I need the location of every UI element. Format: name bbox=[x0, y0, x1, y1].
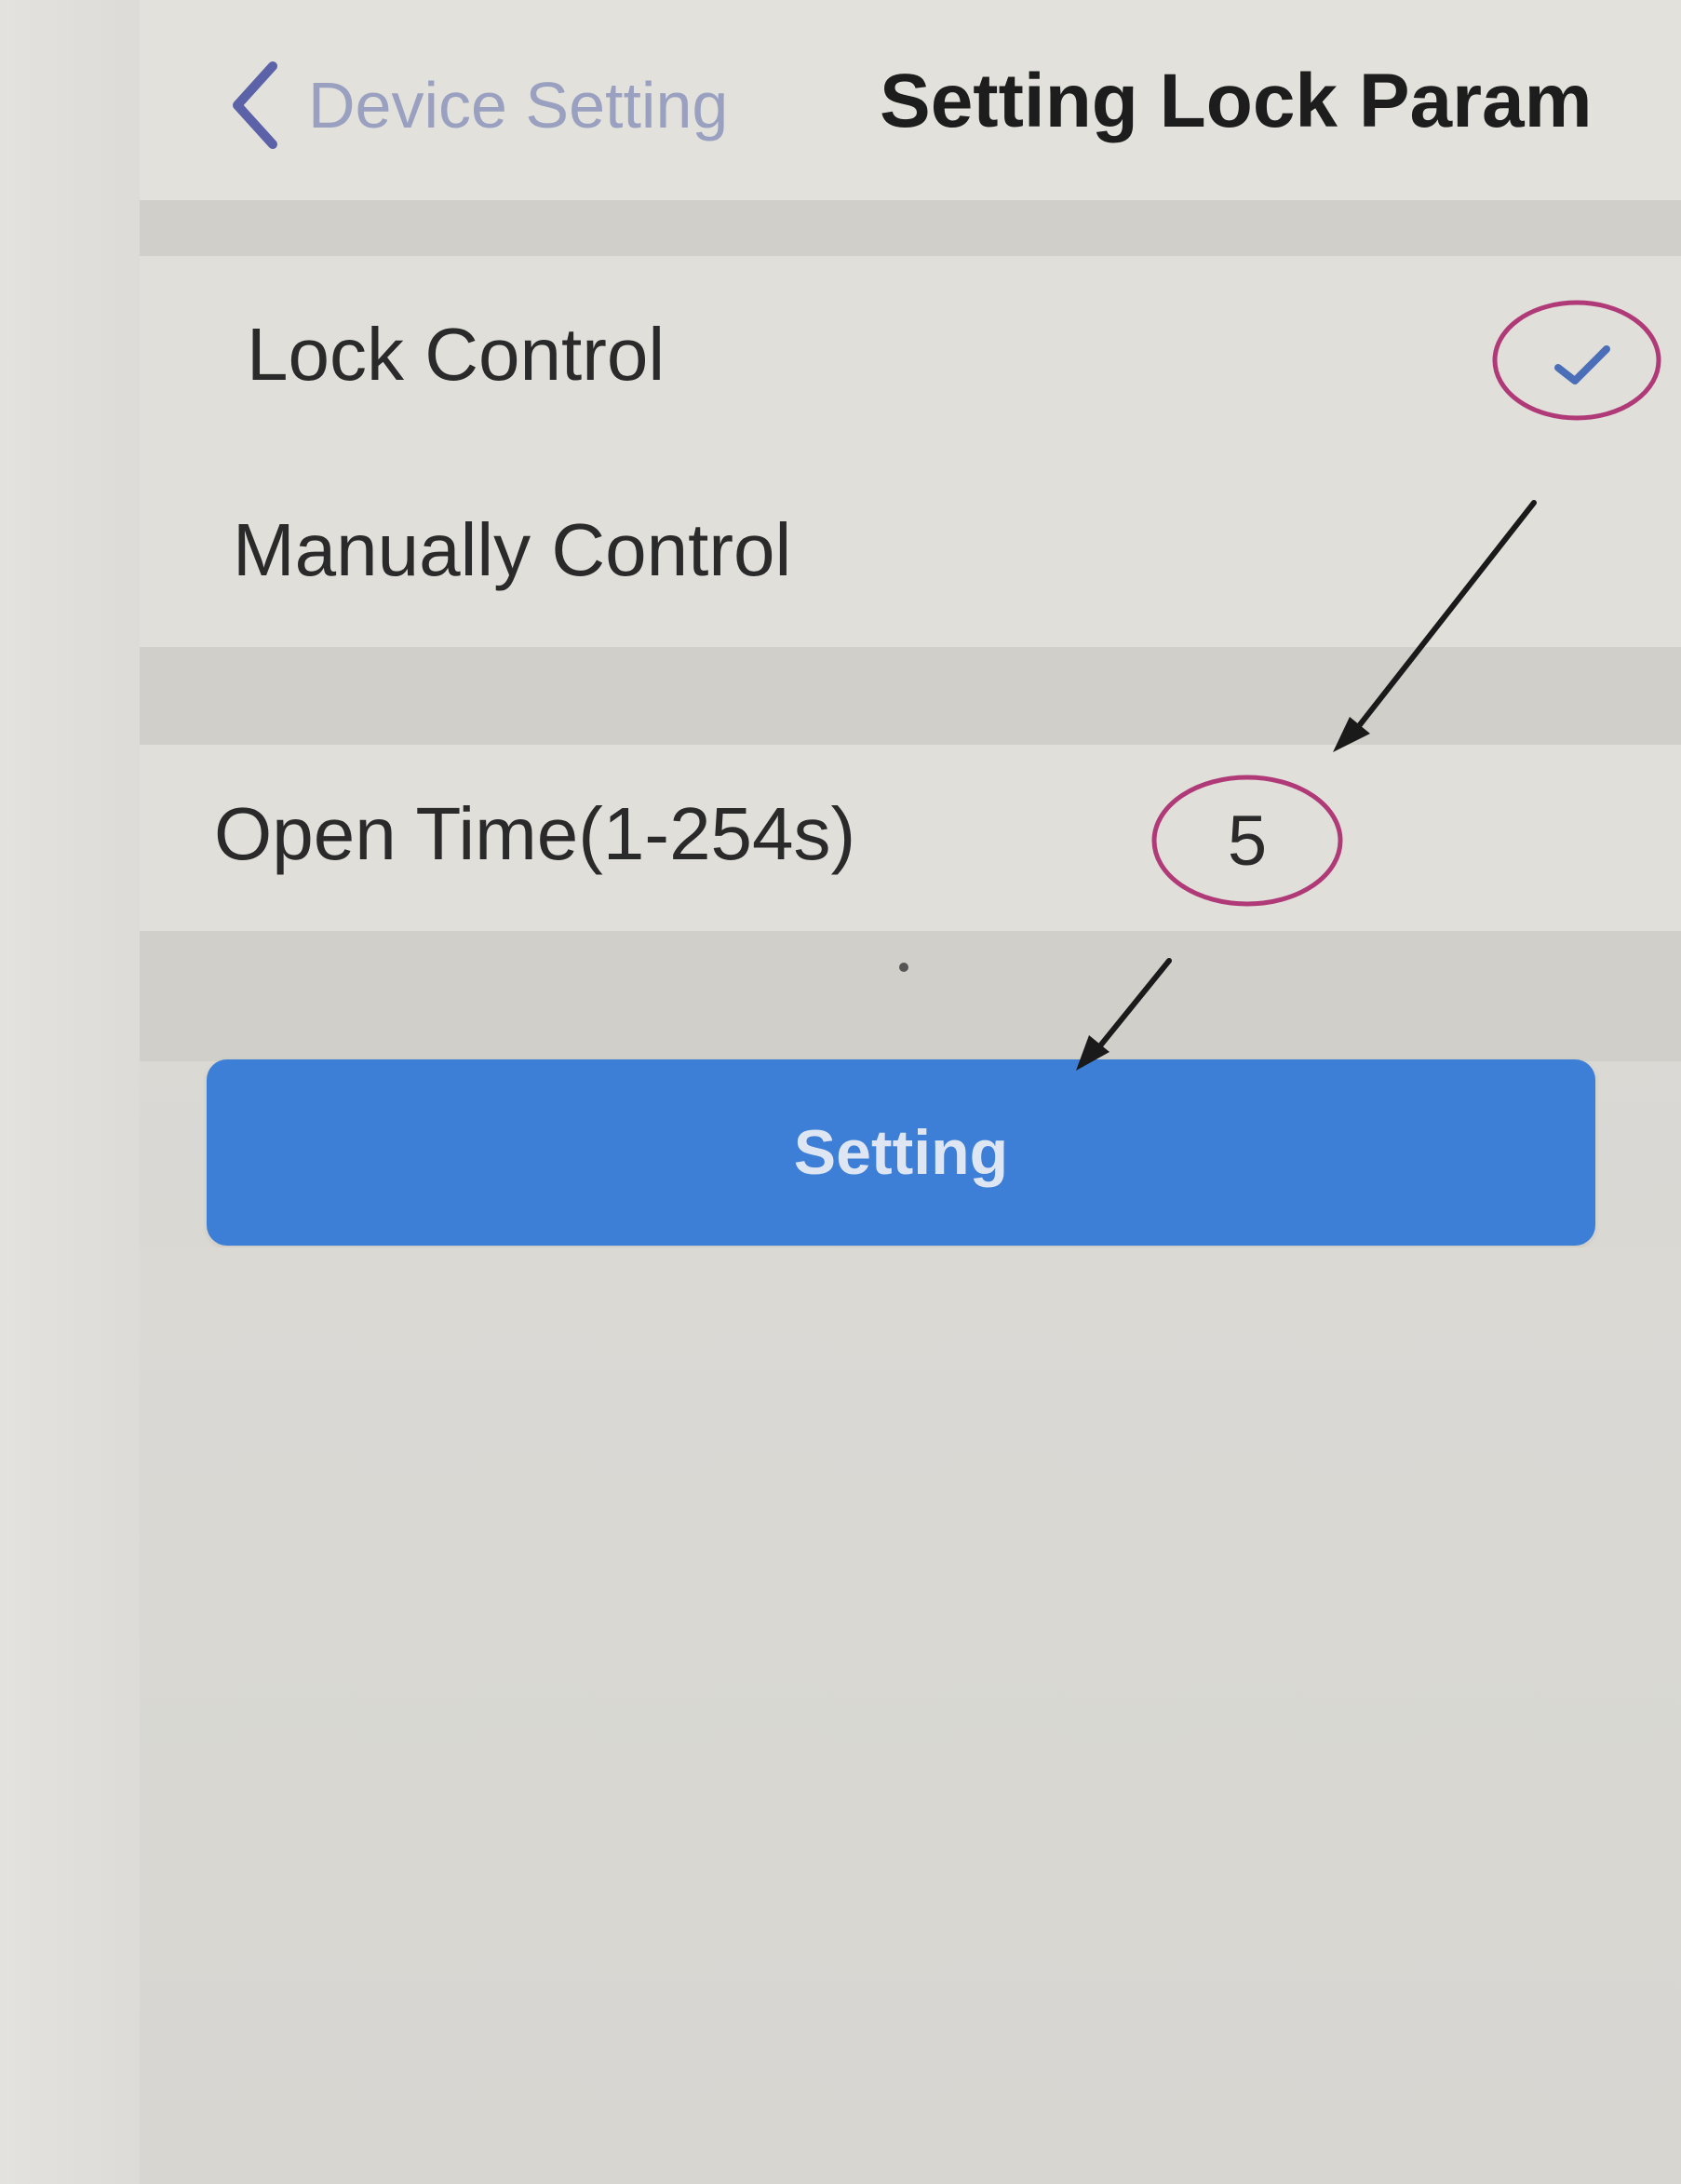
setting-button[interactable]: Setting bbox=[207, 1059, 1595, 1246]
phone-screen: Device Setting Setting Lock Param Lock C… bbox=[140, 0, 1681, 2184]
checkmark-icon bbox=[1480, 284, 1666, 433]
chevron-left-icon bbox=[228, 59, 284, 152]
open-time-label: Open Time(1-254s) bbox=[214, 792, 856, 875]
section-separator bbox=[140, 647, 1681, 745]
page-title: Setting Lock Param bbox=[880, 59, 1593, 143]
navigation-bar: Device Setting Setting Lock Param bbox=[140, 0, 1681, 200]
option-label: Manually Control bbox=[233, 508, 792, 591]
open-time-row: Open Time(1-254s) 5 bbox=[140, 745, 1681, 931]
back-button[interactable]: Device Setting bbox=[228, 54, 728, 156]
open-time-value: 5 bbox=[1227, 801, 1268, 881]
empty-content-area bbox=[140, 1247, 1681, 2184]
setting-button-label: Setting bbox=[793, 1117, 1009, 1188]
back-button-label: Device Setting bbox=[308, 69, 729, 142]
open-time-input[interactable]: 5 bbox=[1145, 771, 1350, 910]
dust-speck bbox=[899, 963, 908, 972]
option-label: Lock Control bbox=[247, 313, 666, 396]
section-separator bbox=[140, 931, 1681, 1061]
section-separator bbox=[140, 200, 1681, 256]
option-manually-control[interactable]: Manually Control bbox=[140, 461, 1681, 647]
lock-control-options: Lock Control Manually Control bbox=[140, 256, 1681, 647]
option-lock-control[interactable]: Lock Control bbox=[140, 256, 1681, 461]
